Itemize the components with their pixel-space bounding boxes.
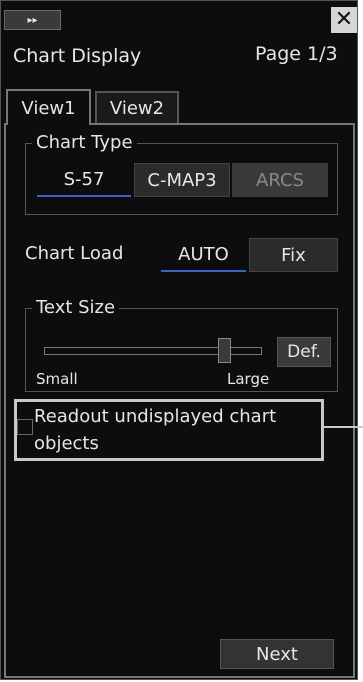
title-bar: ▸▸ ✕ (1, 1, 357, 37)
text-size-max-label: Large (227, 370, 270, 388)
page-indicator: Page 1/3 (255, 43, 338, 65)
readout-label[interactable]: Readout undisplayed chart objects (34, 403, 319, 457)
tab-view2[interactable]: View2 (95, 91, 179, 123)
text-size-slider-thumb[interactable] (218, 338, 232, 363)
chart-load-label: Chart Load (25, 243, 124, 264)
text-size-default-button[interactable]: Def. (277, 337, 331, 367)
panel-title: Chart Display (13, 45, 142, 67)
collapse-button[interactable]: ▸▸ (4, 10, 61, 30)
close-icon: ✕ (334, 7, 354, 32)
chart-type-legend: Chart Type (32, 132, 137, 153)
chart-type-s57-button[interactable]: S-57 (37, 163, 131, 197)
text-size-min-label: Small (36, 370, 78, 388)
text-size-legend: Text Size (32, 297, 120, 318)
close-button[interactable]: ✕ (331, 7, 357, 33)
next-button[interactable]: Next (220, 639, 334, 669)
double-chevron-icon: ▸▸ (27, 14, 38, 26)
chart-load-fix-button[interactable]: Fix (249, 238, 338, 272)
chart-display-panel: ▸▸ ✕ Chart Display Page 1/3 View1 View2 … (0, 0, 358, 680)
tab-view1[interactable]: View1 (6, 89, 91, 125)
chart-type-arcs-button[interactable]: ARCS (232, 163, 328, 197)
chart-load-auto-button[interactable]: AUTO (161, 238, 246, 272)
chart-type-cmap3-button[interactable]: C-MAP3 (134, 163, 230, 197)
callout-line (323, 426, 363, 428)
